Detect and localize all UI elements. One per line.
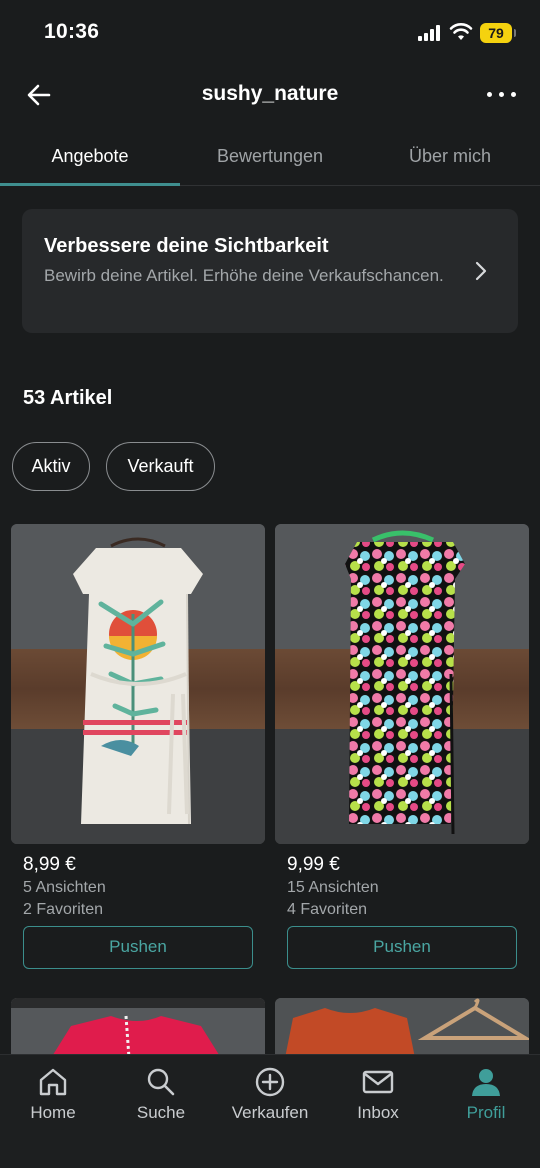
plus-circle-icon <box>255 1067 285 1097</box>
battery-indicator: 79 <box>480 23 516 43</box>
profile-tabs: Angebote Bewertungen Über mich <box>0 126 540 186</box>
nav-search-label: Suche <box>136 1103 186 1122</box>
tab-ueber-mich[interactable]: Über mich <box>360 146 540 167</box>
person-icon <box>472 1069 500 1096</box>
promo-title: Verbessere deine Sichtbarkeit <box>44 235 329 257</box>
item-views: 15 Ansichten <box>287 879 379 896</box>
item-photo-patterned-dress[interactable] <box>275 524 529 844</box>
nav-profile[interactable]: Profil <box>436 1065 536 1123</box>
item-photo-white-dress[interactable] <box>11 524 265 844</box>
tab-bewertungen[interactable]: Bewertungen <box>180 146 360 167</box>
item-views: 5 Ansichten <box>23 879 106 896</box>
nav-inbox[interactable]: Inbox <box>328 1065 428 1123</box>
nav-sell[interactable]: Verkaufen <box>220 1065 320 1123</box>
item-favorites: 4 Favoriten <box>287 901 368 918</box>
promo-text: Bewirb deine Artikel. Erhöhe deine Verka… <box>44 266 444 285</box>
status-bar: 10:36 79 <box>0 0 540 64</box>
item-favorites: 2 Favoriten <box>23 901 104 918</box>
wifi-icon <box>449 23 473 40</box>
active-tab-indicator <box>0 183 180 186</box>
item-photo-orange-sweater[interactable] <box>275 998 529 1058</box>
push-button[interactable]: Pushen <box>23 926 253 969</box>
bottom-navigation: Home Suche Verkaufen Inbox Profil <box>0 1054 540 1168</box>
more-options-icon[interactable] <box>482 78 522 112</box>
visibility-promo-banner[interactable]: Verbessere deine Sichtbarkeit Bewirb dei… <box>22 209 518 333</box>
filter-verkauft[interactable]: Verkauft <box>106 442 215 491</box>
page-title: sushy_nature <box>201 82 339 105</box>
items-count: 53 Artikel <box>23 387 113 409</box>
nav-sell-label: Verkaufen <box>231 1103 309 1122</box>
home-icon <box>39 1068 67 1096</box>
signal-icon <box>418 25 442 41</box>
item-photo-red-top[interactable] <box>11 998 265 1058</box>
item-price: 8,99 € <box>23 854 76 875</box>
nav-profile-label: Profil <box>466 1103 506 1122</box>
nav-search[interactable]: Suche <box>111 1065 211 1123</box>
top-nav-bar: sushy_nature <box>0 64 540 126</box>
chevron-right-icon <box>475 261 487 281</box>
status-time: 10:36 <box>44 20 100 43</box>
item-price: 9,99 € <box>287 854 340 875</box>
mail-icon <box>362 1070 394 1094</box>
nav-home[interactable]: Home <box>3 1065 103 1123</box>
nav-inbox-label: Inbox <box>357 1103 399 1122</box>
push-button[interactable]: Pushen <box>287 926 517 969</box>
nav-home-label: Home <box>30 1103 76 1122</box>
search-icon <box>147 1068 175 1096</box>
filter-aktiv[interactable]: Aktiv <box>12 442 90 491</box>
tab-angebote[interactable]: Angebote <box>0 146 180 167</box>
